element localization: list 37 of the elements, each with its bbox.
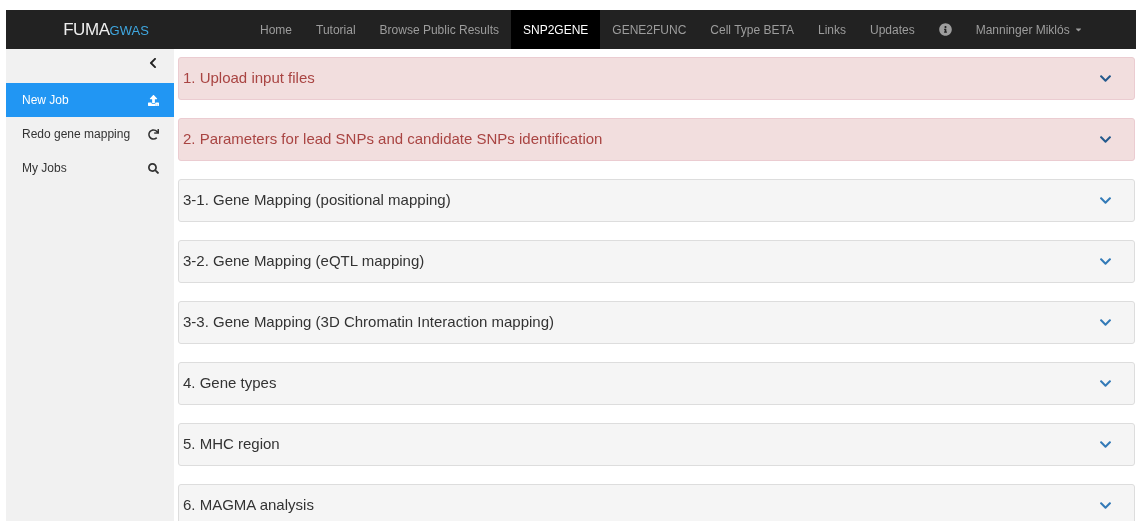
accordion-panel-header[interactable]: 6. MAGMA analysis: [178, 484, 1135, 521]
logo[interactable]: FUMAGWAS: [6, 16, 206, 43]
collapse-icon[interactable]: [148, 57, 158, 69]
search-icon: [148, 162, 159, 174]
caret-icon: [1073, 25, 1083, 34]
accordion-panel-header[interactable]: 4. Gene types: [178, 362, 1135, 405]
refresh-icon: [148, 128, 159, 140]
nav-link[interactable]: Browse Public Results: [367, 10, 511, 49]
chevron-down-icon: [1099, 72, 1112, 85]
nav-link[interactable]: SNP2GENE: [511, 10, 601, 49]
upload-icon: [148, 94, 159, 106]
sidebar-item[interactable]: New Job: [6, 83, 174, 117]
nav-link[interactable]: GENE2FUNC: [600, 10, 699, 49]
nav-link[interactable]: Home: [248, 10, 304, 49]
chevron-down-icon: [1099, 438, 1112, 451]
accordion-panel-header[interactable]: 3-3. Gene Mapping (3D Chromatin Interaction mapping): [178, 301, 1135, 344]
chevron-down-icon: [1099, 255, 1112, 268]
chevron-down-icon: [1099, 316, 1112, 329]
chevron-down-icon: [1099, 194, 1112, 207]
nav-link[interactable]: Links: [805, 10, 858, 49]
accordion-panel-header[interactable]: 5. MHC region: [178, 423, 1135, 466]
nav-link[interactable]: Updates: [857, 10, 927, 49]
logo-text: FUMA: [63, 18, 110, 41]
chevron-down-icon: [1099, 133, 1112, 146]
logo-accent-text: GWAS: [109, 21, 149, 40]
sidebar-item[interactable]: My Jobs: [6, 151, 174, 185]
sidebar-item[interactable]: Redo gene mapping: [6, 117, 174, 151]
accordion-panel-header[interactable]: 3-2. Gene Mapping (eQTL mapping): [178, 240, 1135, 283]
info-icon[interactable]: [938, 23, 952, 36]
user-menu[interactable]: Manninger Miklós: [963, 20, 1095, 39]
nav-link[interactable]: Cell Type BETA: [698, 10, 806, 49]
chevron-down-icon: [1099, 499, 1112, 512]
nav-link[interactable]: Tutorial: [304, 10, 368, 49]
accordion-panel-header[interactable]: 2. Parameters for lead SNPs and candidate SNPs identification: [178, 118, 1135, 161]
accordion-panel-header[interactable]: 3-1. Gene Mapping (positional mapping): [178, 179, 1135, 222]
chevron-down-icon: [1099, 377, 1112, 390]
accordion-panel-header[interactable]: 1. Upload input files: [178, 57, 1135, 100]
